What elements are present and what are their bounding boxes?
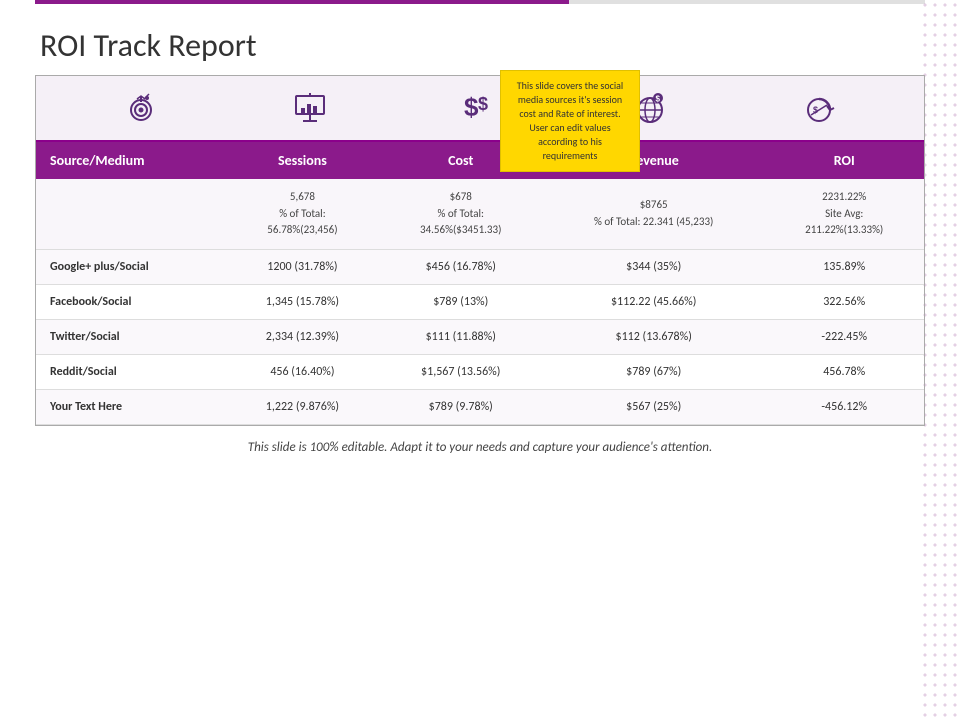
row-sessions: 456 (16.40%): [226, 354, 378, 389]
table-row: Google+ plus/Social 1200 (31.78%) $456 (…: [36, 249, 924, 284]
icons-row: $ $ $ $: [36, 76, 924, 142]
svg-text:$: $: [655, 95, 660, 104]
row-revenue: $344 (35%): [543, 249, 765, 284]
row-cost: $1,567 (13.56%): [379, 354, 543, 389]
row-sessions: 1,345 (15.78%): [226, 284, 378, 319]
row-roi: -456.12%: [764, 389, 924, 424]
summary-roi: 2231.22%Site Avg:211.22%(13.33%): [764, 179, 924, 249]
row-revenue: $789 (67%): [543, 354, 765, 389]
row-sessions: 2,334 (12.39%): [226, 319, 378, 354]
col-header-roi: ROI: [764, 142, 924, 179]
row-roi: 135.89%: [764, 249, 924, 284]
data-table: Source/Medium Sessions Cost Revenue ROI …: [36, 142, 924, 425]
svg-text:$: $: [464, 92, 479, 122]
footer-text: This slide is 100% editable. Adapt it to…: [0, 426, 960, 469]
row-cost: $456 (16.78%): [379, 249, 543, 284]
summary-cost: $678% of Total:34.56%($3451.33): [379, 179, 543, 249]
summary-source: [36, 179, 226, 249]
row-revenue: $567 (25%): [543, 389, 765, 424]
dot-pattern-decoration: [920, 0, 960, 720]
table-header-row: Source/Medium Sessions Cost Revenue ROI: [36, 142, 924, 179]
table-row: Facebook/Social 1,345 (15.78%) $789 (13%…: [36, 284, 924, 319]
table-summary-row: 5,678% of Total:56.78%(23,456) $678% of …: [36, 179, 924, 249]
row-source: Facebook/Social: [36, 284, 226, 319]
presentation-icon-cell: [280, 88, 340, 128]
tooltip-box: This slide covers the social media sourc…: [500, 70, 640, 172]
main-container: $ $ $ $: [35, 75, 925, 426]
row-revenue: $112 (13.678%): [543, 319, 765, 354]
row-source: Google+ plus/Social: [36, 249, 226, 284]
summary-sessions: 5,678% of Total:56.78%(23,456): [226, 179, 378, 249]
svg-text:$: $: [478, 94, 488, 114]
row-sessions: 1,222 (9.876%): [226, 389, 378, 424]
row-sessions: 1200 (31.78%): [226, 249, 378, 284]
table-row: Reddit/Social 456 (16.40%) $1,567 (13.56…: [36, 354, 924, 389]
row-source: Reddit/Social: [36, 354, 226, 389]
top-accent-line: [35, 0, 925, 4]
tooltip-text: This slide covers the social media sourc…: [517, 79, 623, 162]
row-source: Twitter/Social: [36, 319, 226, 354]
row-source: Your Text Here: [36, 389, 226, 424]
row-roi: -222.45%: [764, 319, 924, 354]
table-row: Your Text Here 1,222 (9.876%) $789 (9.78…: [36, 389, 924, 424]
refresh-icon-cell: $: [789, 88, 849, 128]
dollar-icon: $ $: [460, 88, 500, 128]
row-cost: $789 (9.78%): [379, 389, 543, 424]
row-revenue: $112.22 (45.66%): [543, 284, 765, 319]
presentation-icon: [290, 88, 330, 128]
row-cost: $789 (13%): [379, 284, 543, 319]
target-icon: [121, 88, 161, 128]
row-roi: 456.78%: [764, 354, 924, 389]
summary-revenue: $8765% of Total: 22.341 (45,233): [543, 179, 765, 249]
row-cost: $111 (11.88%): [379, 319, 543, 354]
page-title: ROI Track Report: [0, 6, 960, 75]
target-icon-cell: [111, 88, 171, 128]
row-roi: 322.56%: [764, 284, 924, 319]
refresh-icon: $: [799, 88, 839, 128]
table-row: Twitter/Social 2,334 (12.39%) $111 (11.8…: [36, 319, 924, 354]
col-header-source: Source/Medium: [36, 142, 226, 179]
col-header-sessions: Sessions: [226, 142, 378, 179]
